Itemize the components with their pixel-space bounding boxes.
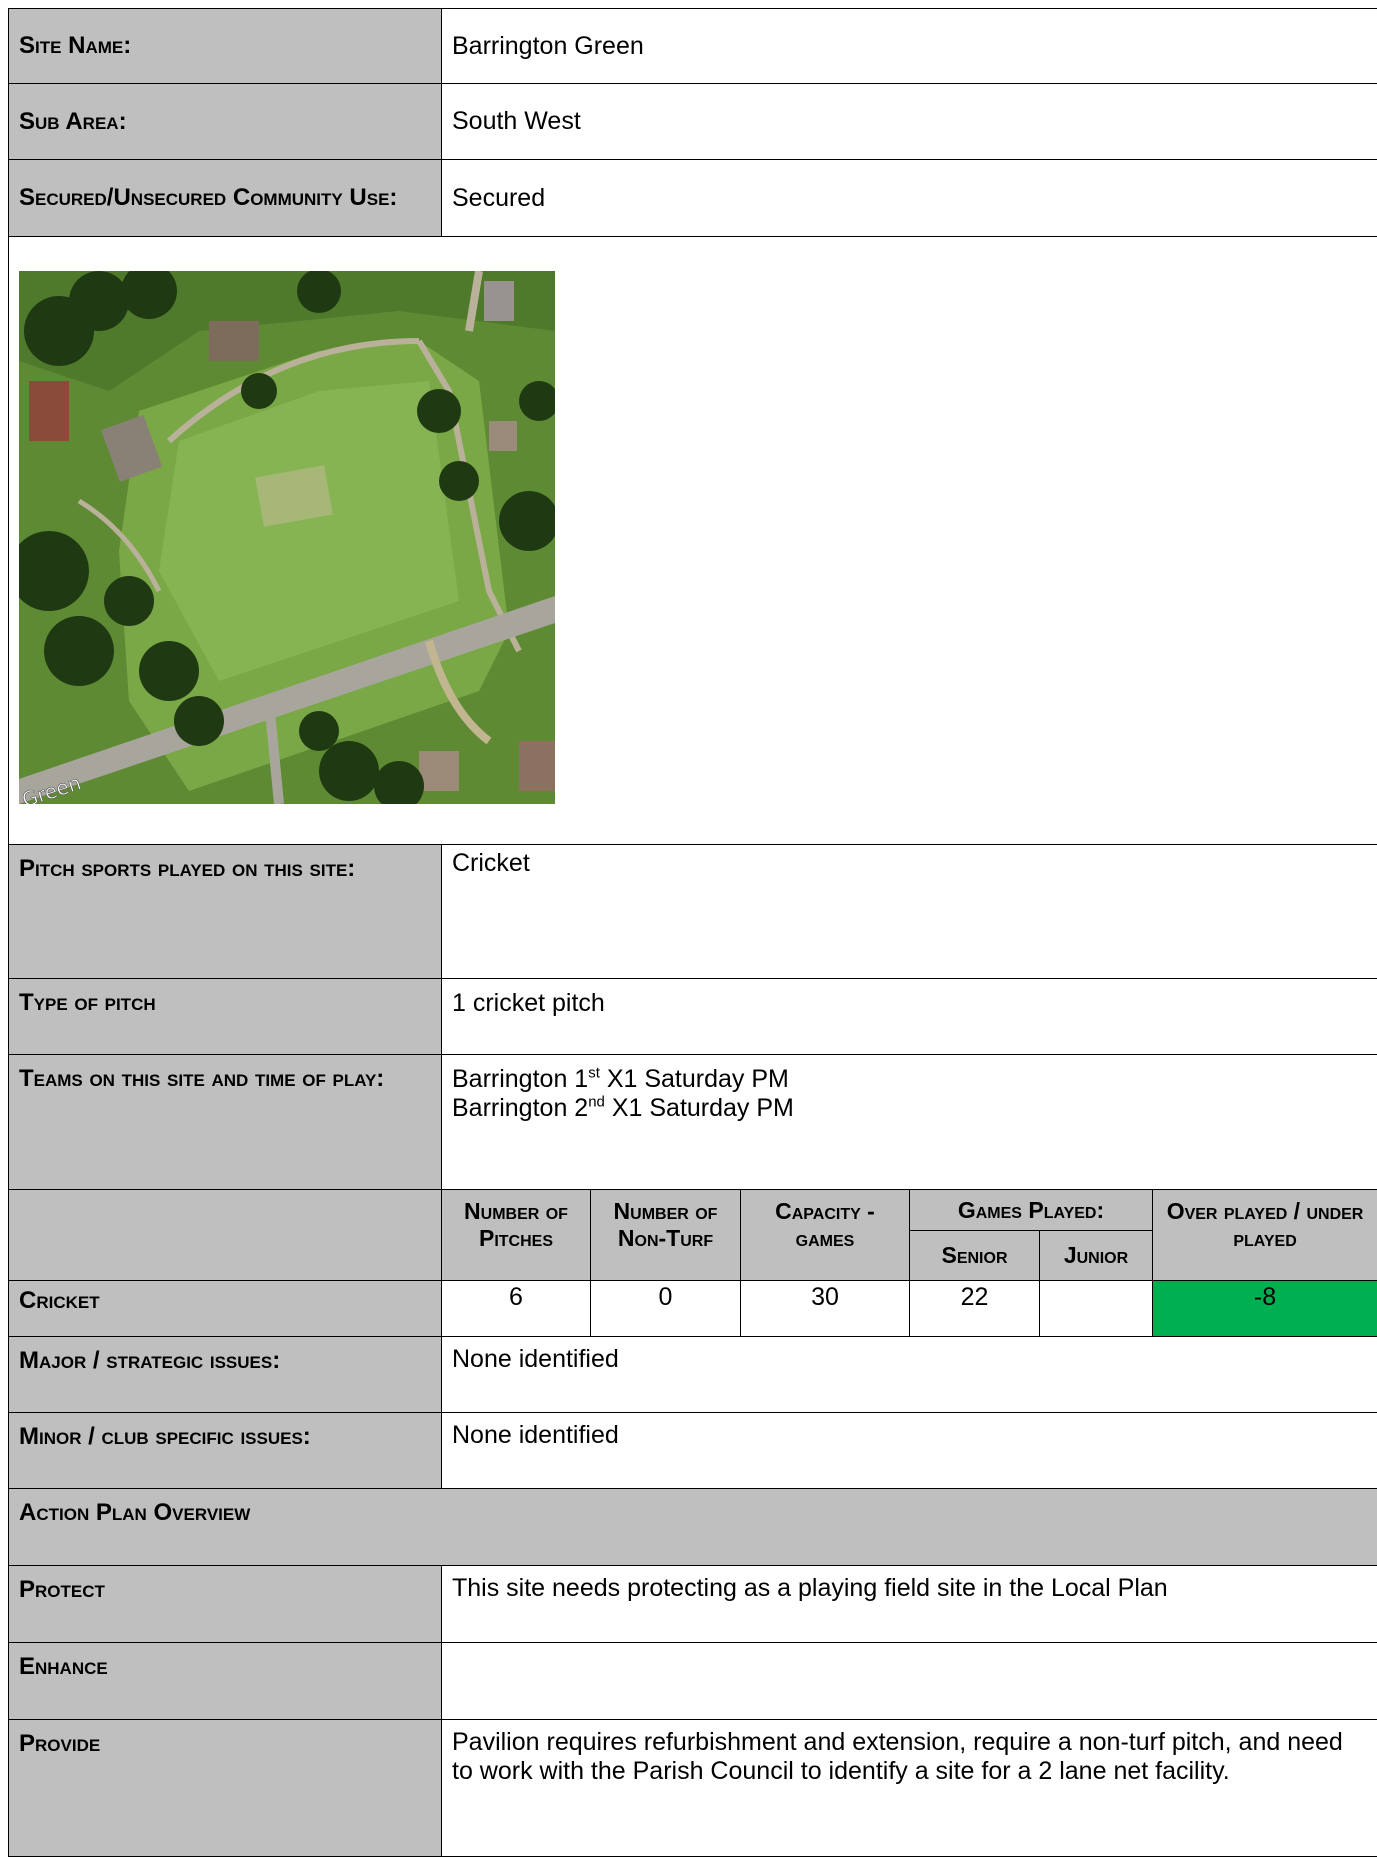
- action-plan-title: Action Plan Overview: [9, 1489, 1377, 1566]
- photo-row: Green: [9, 237, 1377, 845]
- header-number-non-turf: Number of Non-Turf: [591, 1190, 741, 1281]
- pitch-type-value: 1 cricket pitch: [442, 979, 1377, 1055]
- header-capacity-games: Capacity - games: [741, 1190, 910, 1281]
- secured-label: Secured/Unsecured Community Use:: [9, 160, 442, 237]
- header-games-played: Games Played:: [910, 1190, 1153, 1231]
- enhance-label: Enhance: [9, 1643, 442, 1720]
- pitch-type-label: Type of pitch: [9, 979, 442, 1055]
- major-issues-label: Major / strategic issues:: [9, 1337, 442, 1413]
- site-name-row: Site Name: Barrington Green: [9, 9, 1377, 84]
- cricket-capacity: 30: [741, 1281, 910, 1337]
- site-name-label: Site Name:: [9, 9, 442, 84]
- teams-label: Teams on this site and time of play:: [9, 1055, 442, 1190]
- sub-area-label: Sub Area:: [9, 84, 442, 160]
- site-name-value: Barrington Green: [442, 9, 1377, 84]
- provide-label: Provide: [9, 1720, 442, 1857]
- minor-issues-value: None identified: [442, 1413, 1377, 1489]
- team-line: Barrington 2nd X1 Saturday PM: [452, 1094, 1367, 1123]
- cricket-senior: 22: [910, 1281, 1040, 1337]
- sub-area-row: Sub Area: South West: [9, 84, 1377, 160]
- sports-value: Cricket: [442, 845, 1377, 979]
- cricket-over-under-played: -8: [1153, 1281, 1377, 1337]
- header-over-under-played: Over played / under played: [1153, 1190, 1377, 1281]
- teams-value: Barrington 1st X1 Saturday PM Barrington…: [442, 1055, 1377, 1190]
- secured-value: Secured: [442, 160, 1377, 237]
- sub-area-value: South West: [442, 84, 1377, 160]
- header-number-of-pitches: Number of Pitches: [442, 1190, 591, 1281]
- minor-issues-row: Minor / club specific issues: None ident…: [9, 1413, 1377, 1489]
- major-issues-row: Major / strategic issues: None identifie…: [9, 1337, 1377, 1413]
- header-junior: Junior: [1040, 1231, 1153, 1281]
- protect-row: Protect This site needs protecting as a …: [9, 1566, 1377, 1643]
- teams-row: Teams on this site and time of play: Bar…: [9, 1055, 1377, 1190]
- enhance-row: Enhance: [9, 1643, 1377, 1720]
- header-senior: Senior: [910, 1231, 1040, 1281]
- provide-row: Provide Pavilion requires refurbishment …: [9, 1720, 1377, 1857]
- minor-issues-label: Minor / club specific issues:: [9, 1413, 442, 1489]
- secured-row: Secured/Unsecured Community Use: Secured: [9, 160, 1377, 237]
- enhance-value: [442, 1643, 1377, 1720]
- capacity-header-row: Number of Pitches Number of Non-Turf Cap…: [9, 1190, 1377, 1231]
- cricket-label: Cricket: [9, 1281, 442, 1337]
- protect-value: This site needs protecting as a playing …: [442, 1566, 1377, 1643]
- sports-row: Pitch sports played on this site: Cricke…: [9, 845, 1377, 979]
- site-profile-sheet: Site Name: Barrington Green Sub Area: So…: [8, 8, 1377, 1857]
- cricket-pitches: 6: [442, 1281, 591, 1337]
- action-plan-title-row: Action Plan Overview: [9, 1489, 1377, 1566]
- team-line: Barrington 1st X1 Saturday PM: [452, 1065, 1367, 1094]
- aerial-photo: Green: [19, 271, 555, 804]
- site-profile-table: Site Name: Barrington Green Sub Area: So…: [8, 8, 1377, 1857]
- cricket-junior: [1040, 1281, 1153, 1337]
- cricket-non-turf: 0: [591, 1281, 741, 1337]
- provide-value: Pavilion requires refurbishment and exte…: [442, 1720, 1377, 1857]
- photo-cell: Green: [9, 237, 1377, 845]
- capacity-header-blank: [9, 1190, 442, 1281]
- protect-label: Protect: [9, 1566, 442, 1643]
- major-issues-value: None identified: [442, 1337, 1377, 1413]
- aerial-photo-icon: Green: [19, 271, 555, 804]
- sports-label: Pitch sports played on this site:: [9, 845, 442, 979]
- cricket-row: Cricket 6 0 30 22 -8: [9, 1281, 1377, 1337]
- pitch-type-row: Type of pitch 1 cricket pitch: [9, 979, 1377, 1055]
